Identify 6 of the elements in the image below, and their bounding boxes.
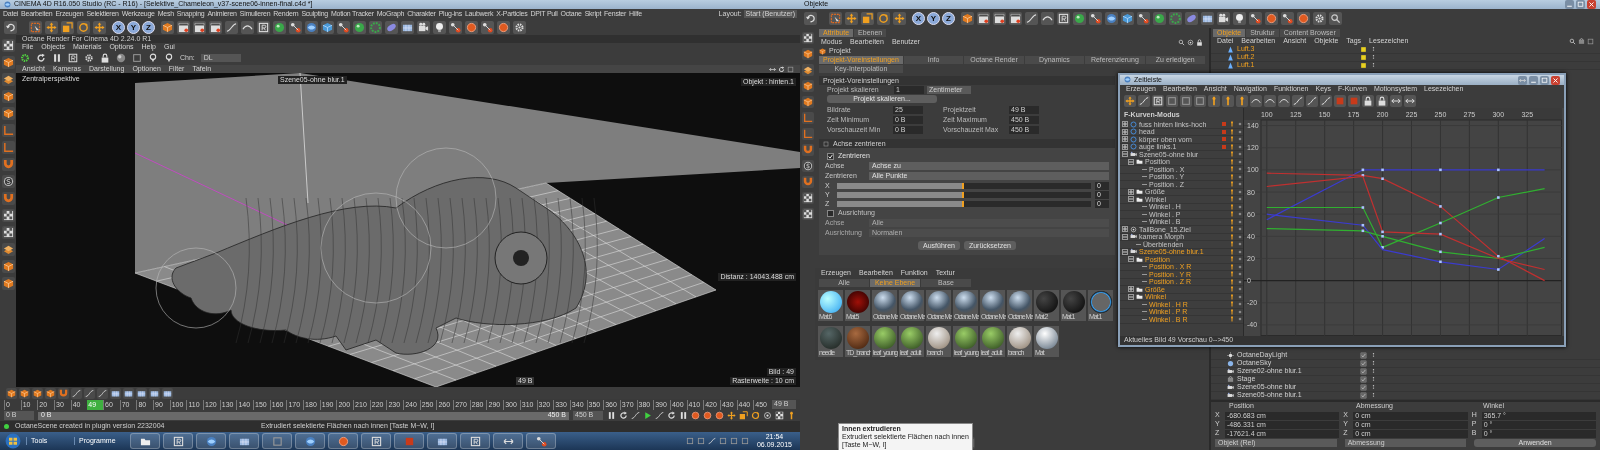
axis-toggle[interactable]: Z: [142, 20, 155, 34]
axis-toggle[interactable]: Y: [127, 20, 140, 34]
axis-toggle[interactable]: Z: [942, 12, 955, 25]
axis-toggle[interactable]: X: [112, 20, 125, 34]
axis-toggle[interactable]: Y: [927, 12, 940, 25]
axis-toggle[interactable]: X: [912, 12, 925, 25]
